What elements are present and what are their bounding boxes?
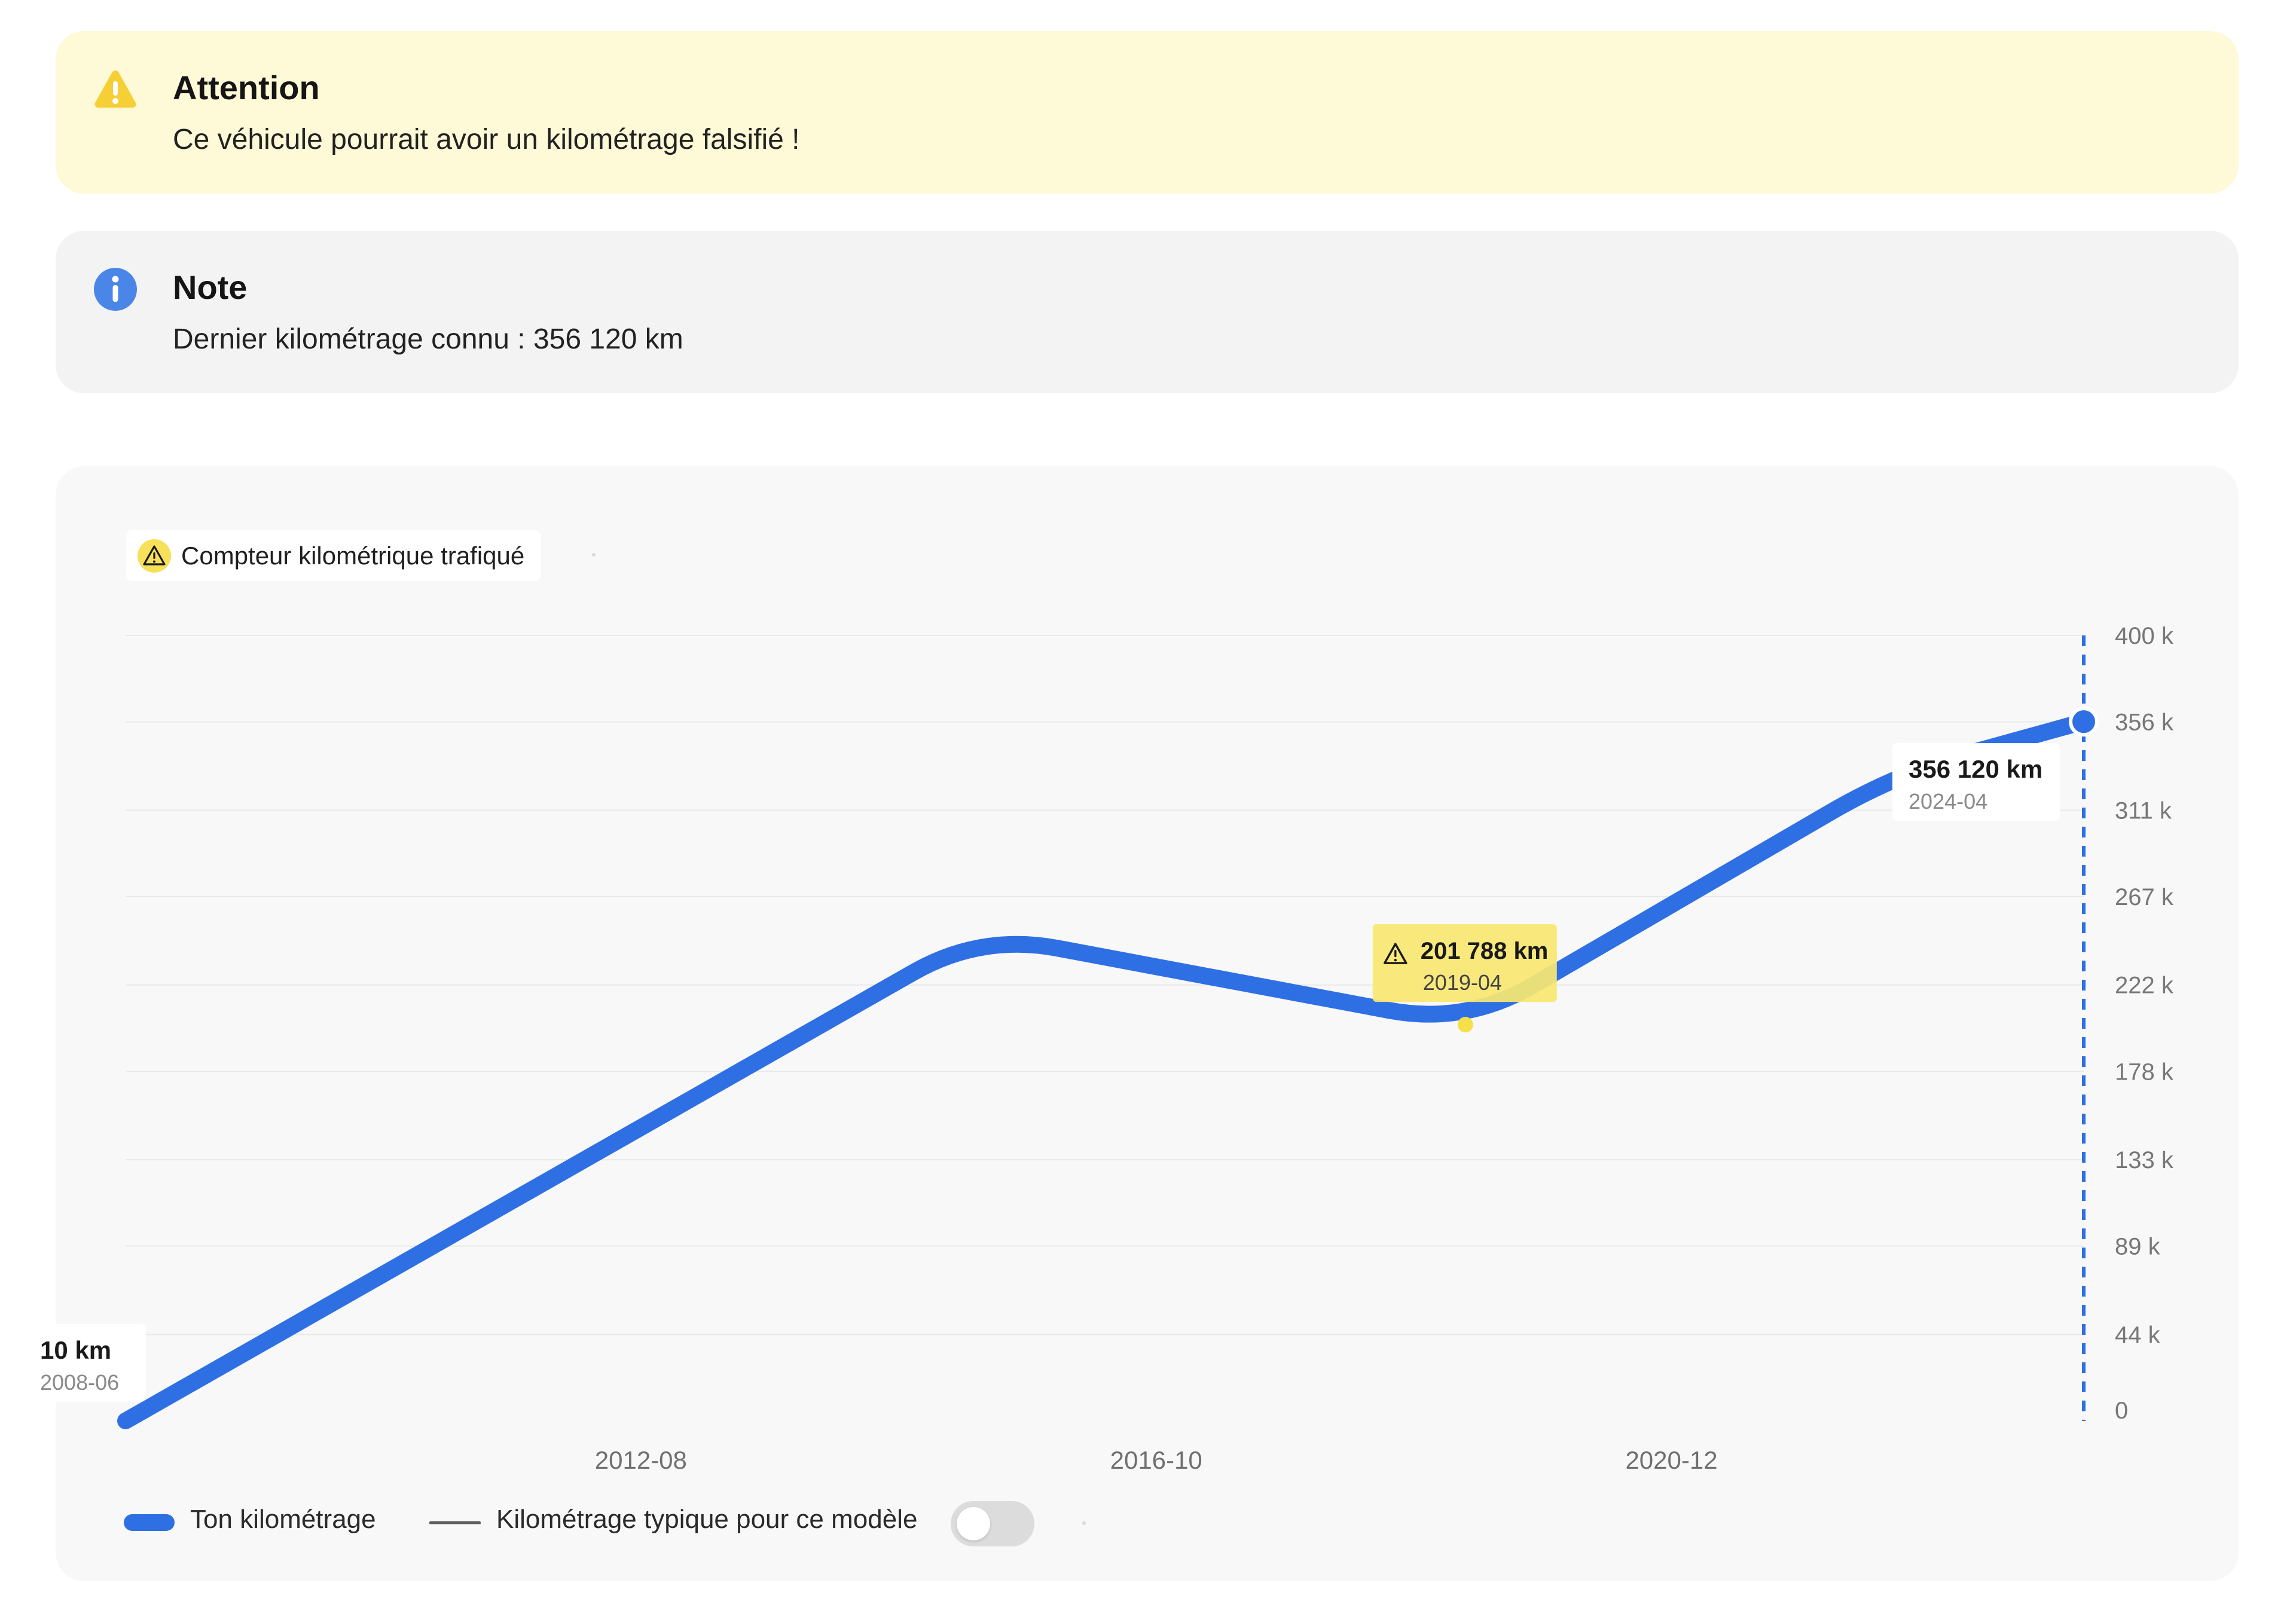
mileage-line-chart: 0 44 k 89 k 133 k 178 k 222 k 267 k 311 k 356 k 4…: [24, 623, 2174, 1474]
y-tick-label: 311 k: [2115, 797, 2172, 824]
legend-swatch-typical: [429, 1521, 481, 1524]
y-tick-label: 44 k: [2115, 1322, 2161, 1348]
legend-swatch-main: [124, 1514, 175, 1531]
annotation-value: 10 km: [40, 1336, 111, 1364]
y-tick-label: 267 k: [2115, 884, 2174, 910]
annotation-date: 2019-04: [1423, 970, 1502, 995]
toggle-knob: [957, 1507, 990, 1540]
y-tick-label: 356 k: [2115, 710, 2174, 736]
y-tick-label: 133 k: [2115, 1147, 2174, 1173]
annotation-value: 201 788 km: [1421, 938, 1549, 964]
y-tick-label: 400 k: [2115, 623, 2174, 649]
last-reading-point: [2069, 707, 2099, 737]
tampered-reading-point: [1457, 1017, 1473, 1033]
y-tick-label: 178 k: [2115, 1059, 2174, 1085]
legend-label-main: Ton kilométrage: [190, 1505, 376, 1534]
typical-mileage-toggle[interactable]: [951, 1501, 1034, 1546]
x-tick-label: 2012-08: [595, 1446, 687, 1474]
triangle-dot: [1394, 958, 1397, 962]
reading-annotation: 10 km 2008-06: [24, 1323, 146, 1402]
x-tick-label: 2016-10: [1110, 1446, 1202, 1474]
annotation-date: 2008-06: [40, 1370, 119, 1395]
x-tick-label: 2020-12: [1625, 1446, 1717, 1474]
reading-annotation: 356 120 km 2024-04: [1892, 743, 2060, 821]
annotation-value: 356 120 km: [1909, 755, 2042, 783]
toggle-info-dot: [1082, 1521, 1086, 1525]
annotation-date: 2024-04: [1909, 789, 1987, 814]
y-tick-label: 222 k: [2115, 973, 2174, 999]
triangle-bang: [1394, 950, 1397, 958]
y-tick-label: 89 k: [2115, 1234, 2161, 1260]
y-tick-label: 0: [2115, 1398, 2128, 1424]
legend-label-typical: Kilométrage typique pour ce modèle: [496, 1505, 918, 1534]
